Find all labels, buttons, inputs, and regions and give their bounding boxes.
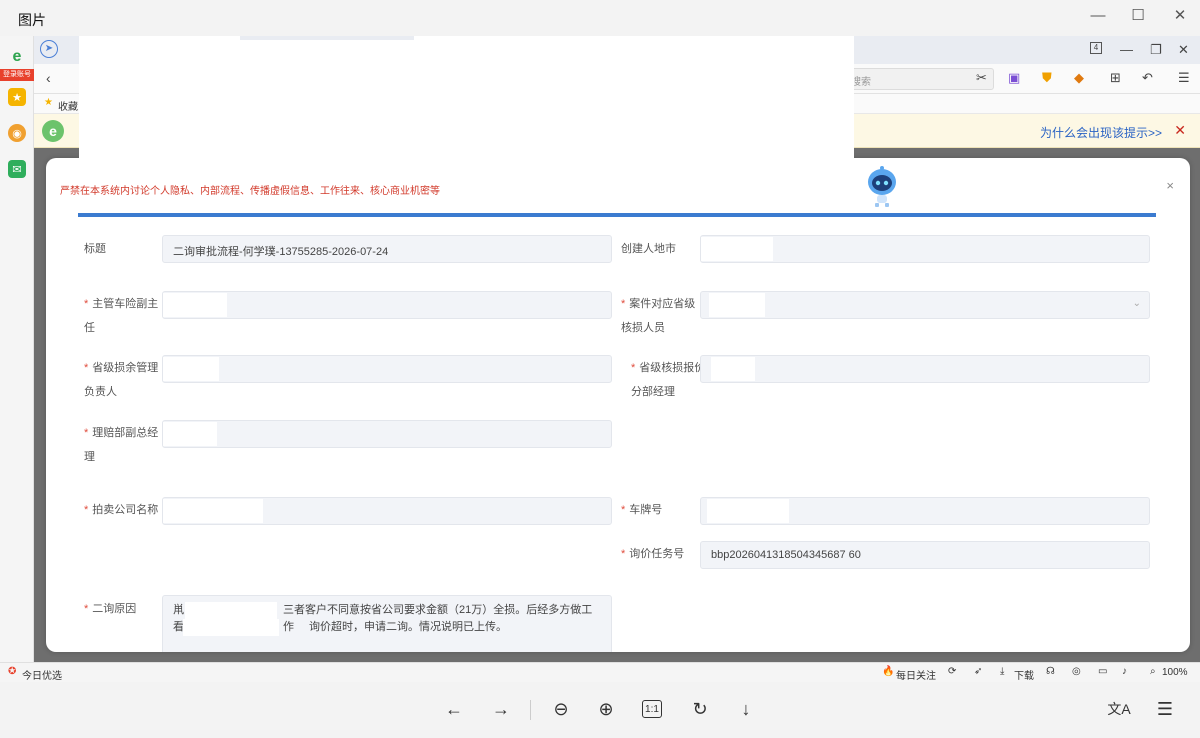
window-icon[interactable]: ▭: [1098, 666, 1107, 677]
redaction-block: [414, 36, 854, 160]
volume-icon[interactable]: ♪: [1122, 666, 1127, 677]
apps-grid-icon[interactable]: ⊞: [1110, 70, 1121, 86]
favorites-star-small-icon: ★: [44, 97, 53, 108]
rocket-icon[interactable]: ➶: [974, 666, 982, 677]
creator-location-field[interactable]: [700, 235, 1150, 263]
browser-minimize-icon[interactable]: —: [1120, 42, 1133, 57]
back-icon[interactable]: ‹: [46, 70, 51, 86]
next-image-button[interactable]: →: [488, 696, 514, 722]
translate-button[interactable]: 文A: [1106, 696, 1132, 722]
browser-restore-icon[interactable]: ❐: [1150, 42, 1162, 58]
case-reviewer-select[interactable]: ⌄: [700, 291, 1150, 319]
today-pick-label[interactable]: 今日优选: [22, 667, 62, 682]
reason-prefix-1: 鼡: [173, 604, 184, 616]
plate-field[interactable]: [700, 497, 1150, 525]
download-button[interactable]: ↓: [733, 696, 759, 722]
claims-deputy-field[interactable]: [162, 420, 612, 448]
manager-label: * 主管车险副主任: [84, 298, 159, 334]
reason-redaction-2: [183, 619, 279, 636]
screenshot-image: e 登录账号 ★ ◉ ✉ ➤ 4 — ❐ ✕ ‹ 搜索 ✂ ▣ ⛊ ◆ ⊞ ↶ …: [0, 36, 1200, 662]
favorites-label[interactable]: 收藏: [58, 98, 78, 113]
favorites-star-icon[interactable]: ★: [8, 88, 26, 106]
manager-field[interactable]: [162, 291, 612, 319]
navigation-icon[interactable]: ➤: [40, 40, 58, 58]
reason-label: * 二询原因: [84, 603, 137, 615]
shield-icon[interactable]: ⛊: [1042, 70, 1052, 86]
auction-company-label: * 拍卖公司名称: [84, 504, 159, 516]
section-divider: [78, 213, 1156, 217]
browser-status-bar: ✪ 今日优选 🔥 每日关注 ⟳ ➶ ⤓ 下载 ☊ ◎ ▭ ♪ ⌕ 100%: [0, 662, 1200, 682]
today-pick-icon: ✪: [8, 666, 17, 677]
ie-mode-icon[interactable]: ◎: [1072, 666, 1081, 677]
menu-icon[interactable]: ☰: [1178, 70, 1190, 86]
notice-close-button[interactable]: ✕: [1174, 122, 1186, 139]
zoom-level[interactable]: 100%: [1162, 667, 1188, 678]
daily-follow-label[interactable]: 每日关注: [896, 667, 936, 682]
weibo-icon[interactable]: ◉: [8, 124, 26, 142]
case-reviewer-label: * 案件对应省级核损人员: [621, 298, 696, 334]
close-window-button[interactable]: ✕: [1160, 4, 1200, 26]
appraisal-manager-label: * 省级核损报价分部经理: [631, 362, 706, 398]
title-field[interactable]: 二询审批流程-何学璞-13755285-2026-07-24: [162, 235, 612, 263]
search-input[interactable]: 搜索: [844, 68, 994, 90]
plate-label: * 车牌号: [621, 504, 663, 516]
reason-textarea[interactable]: 鼡 三者客户不同意按省公司要求金额（21万）全损。后经多方做工作 看 询价超时，…: [162, 595, 612, 652]
viewer-titlebar: 图片 — ☐ ✕: [0, 0, 1200, 36]
auction-company-field[interactable]: [162, 497, 612, 525]
download-status-icon: ⤓: [1000, 666, 1005, 677]
previous-image-button[interactable]: ←: [441, 696, 467, 722]
refresh-icon[interactable]: ⟳: [948, 666, 956, 677]
viewer-toolbar: ← → ⊖ ⊕ 1:1 ↻ ↓ 文A ☰: [0, 682, 1200, 738]
robot-mascot-icon: [868, 166, 896, 207]
ie-icon: e: [42, 120, 64, 142]
creator-location-label: 创建人地市: [621, 243, 676, 255]
dialog-warning-text: 严禁在本系统内讨论个人隐私、内部流程、传播虚假信息、工作往来、核心商业机密等: [60, 186, 440, 197]
zoom-in-button[interactable]: ⊕: [593, 696, 619, 722]
redaction-block: [240, 40, 414, 160]
notice-help-link[interactable]: 为什么会出现该提示>>: [1040, 124, 1162, 141]
reason-line-2: 询价超时，申请二询。情况说明已上传。: [309, 621, 507, 633]
login-badge[interactable]: 登录账号: [0, 69, 34, 81]
text-recognition-button[interactable]: ☰: [1152, 696, 1178, 722]
zoom-out-button[interactable]: ⊖: [548, 696, 574, 722]
download-label[interactable]: 下载: [1014, 667, 1034, 682]
maximize-button[interactable]: ☐: [1118, 4, 1158, 26]
claims-deputy-label: * 理赔部副总经理: [84, 427, 159, 463]
undo-icon[interactable]: ↶: [1142, 70, 1153, 86]
mail-icon[interactable]: ✉: [8, 160, 26, 178]
zoom-icon: ⌕: [1150, 666, 1156, 677]
browser-close-icon[interactable]: ✕: [1178, 42, 1189, 58]
inquiry-task-field[interactable]: bbp2026041318504345687 60: [700, 541, 1150, 569]
salvage-manager-label: * 省级损余管理负责人: [84, 362, 159, 398]
salvage-manager-field[interactable]: [162, 355, 612, 383]
translate-icon[interactable]: ▣: [1008, 70, 1020, 86]
chevron-down-icon: ⌄: [1132, 298, 1141, 309]
browser-left-rail: e 登录账号 ★ ◉ ✉: [0, 36, 34, 662]
reason-redaction-1: [185, 602, 277, 619]
tab-count-badge[interactable]: 4: [1090, 42, 1102, 54]
minimize-button[interactable]: —: [1078, 4, 1118, 26]
game-icon[interactable]: ◆: [1074, 70, 1084, 86]
fire-icon: 🔥: [882, 666, 895, 677]
browser-logo-icon: e: [12, 48, 22, 65]
scissors-icon[interactable]: ✂: [976, 70, 987, 86]
actual-size-button[interactable]: 1:1: [642, 700, 662, 718]
inquiry-task-label: * 询价任务号: [621, 548, 685, 560]
redaction-block: [79, 36, 240, 160]
appraisal-manager-field[interactable]: [700, 355, 1150, 383]
dialog-close-button[interactable]: ×: [1166, 178, 1174, 193]
headset-icon[interactable]: ☊: [1046, 666, 1055, 677]
viewer-title: 图片: [18, 12, 46, 28]
rotate-button[interactable]: ↻: [687, 696, 713, 722]
title-label: 标题: [84, 243, 106, 255]
toolbar-separator: [530, 700, 531, 720]
approval-dialog: 严禁在本系统内讨论个人隐私、内部流程、传播虚假信息、工作往来、核心商业机密等 ×…: [46, 158, 1190, 652]
